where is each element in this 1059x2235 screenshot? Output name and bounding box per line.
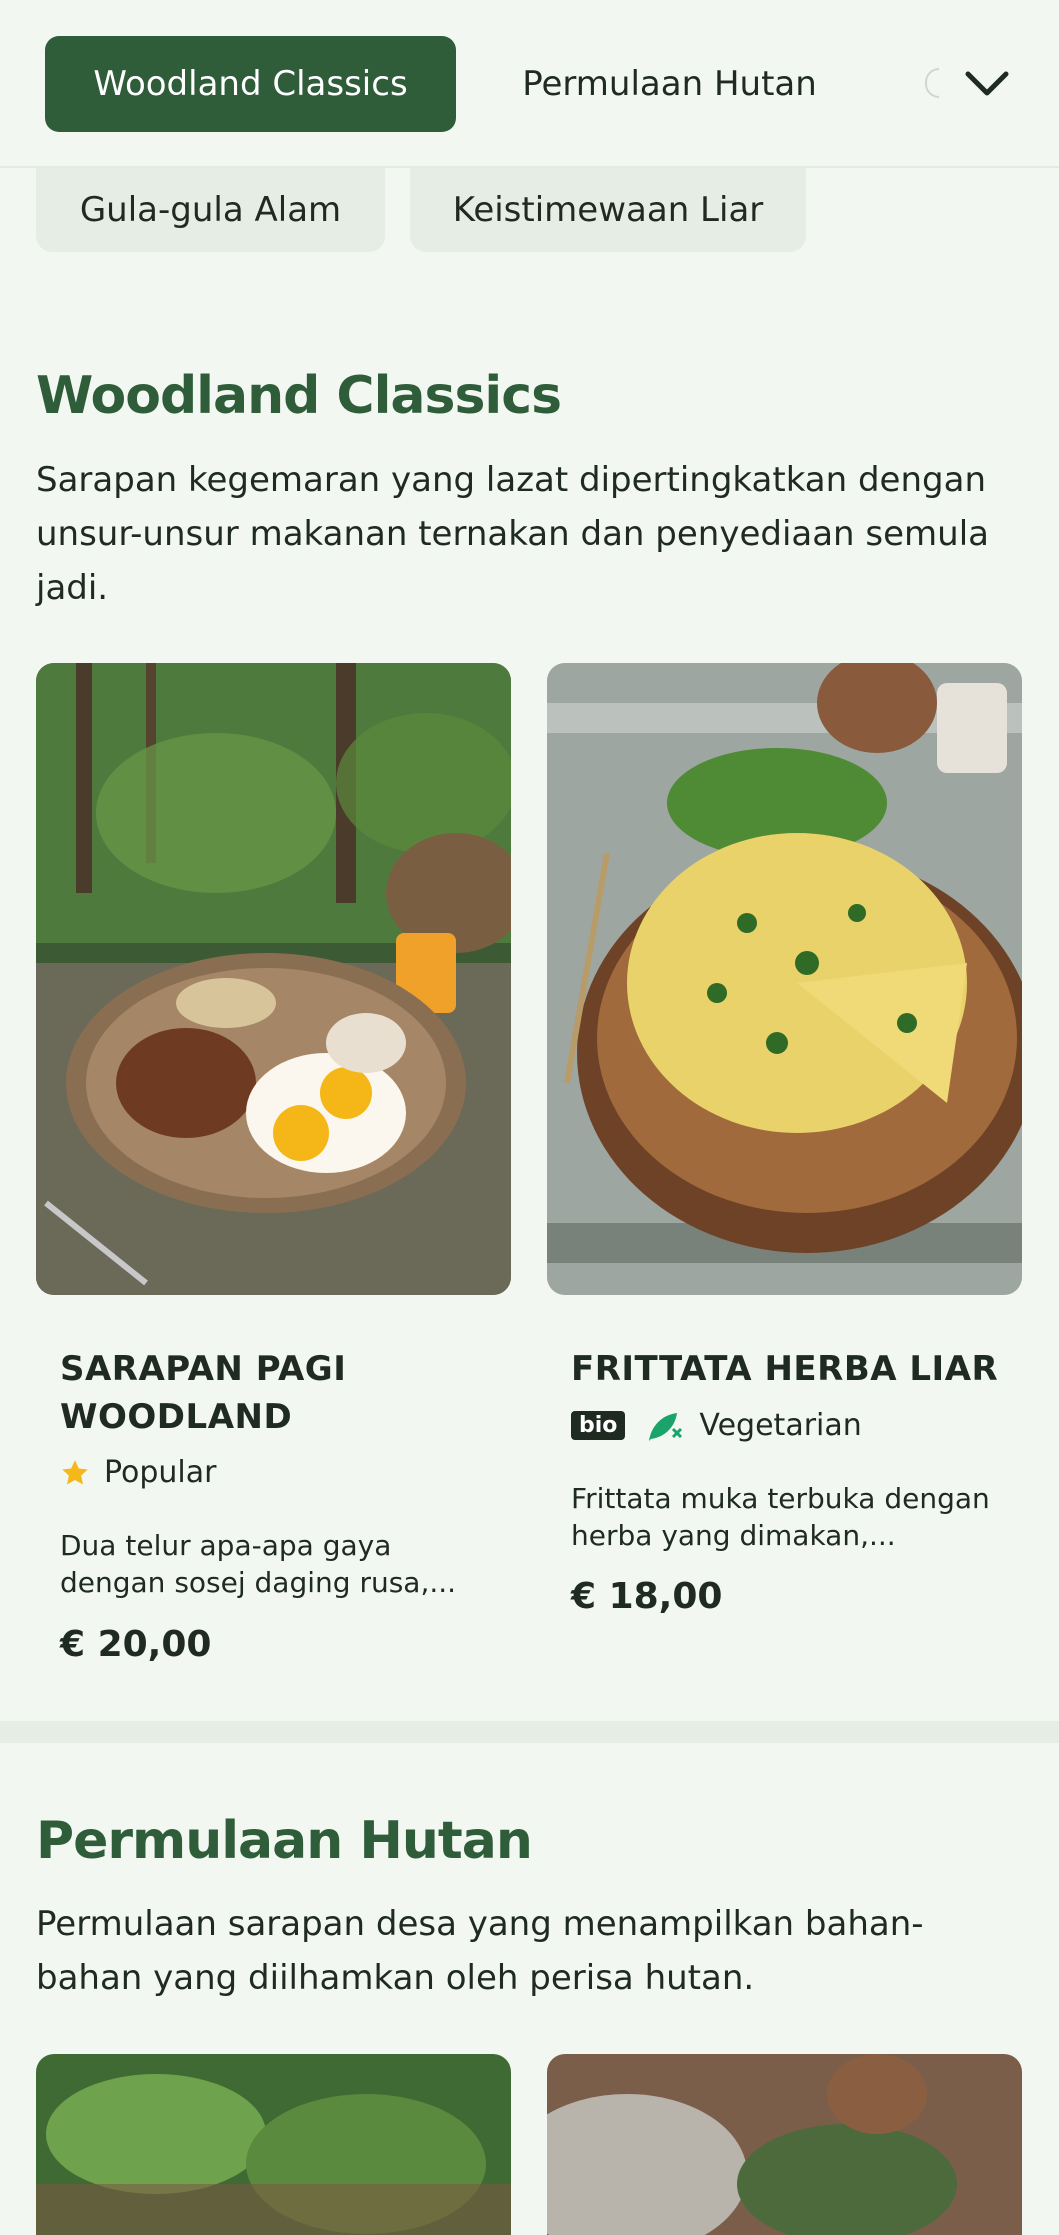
item-description: Dua telur apa-apa gaya dengan sosej dagi… bbox=[60, 1527, 480, 1601]
badge-label: Vegetarian bbox=[699, 1408, 862, 1443]
item-title-line: SARAPAN PAGI bbox=[60, 1349, 347, 1389]
sarapan-pagi-image[interactable] bbox=[36, 663, 511, 1295]
section-description: Permulaan sarapan desa yang menampilkan … bbox=[36, 1904, 924, 1998]
badge-label: Popular bbox=[104, 1455, 217, 1490]
tab-woodland-classics[interactable]: Woodland Classics bbox=[45, 36, 456, 132]
section-title: Woodland Classics bbox=[36, 366, 562, 426]
permulaan-item-image[interactable] bbox=[547, 2054, 1022, 2235]
item-title: SARAPAN PAGI WOODLAND bbox=[60, 1345, 346, 1441]
item-description: Frittata muka terbuka dengan herba yang … bbox=[571, 1480, 991, 1554]
star-icon bbox=[62, 1459, 88, 1484]
popular-badge: Popular bbox=[60, 1455, 217, 1490]
vegetarian-leaf-icon bbox=[649, 1412, 683, 1441]
item-description-line: dengan sosej daging rusa,... bbox=[60, 1566, 457, 1599]
tab-keistimewaan-liar[interactable]: Keistimewaan Liar bbox=[410, 168, 806, 252]
diet-badges: bio Vegetarian bbox=[571, 1408, 862, 1443]
section-description: Sarapan kegemaran yang lazat dipertingka… bbox=[36, 460, 989, 608]
item-price: € 20,00 bbox=[60, 1624, 212, 1665]
section-title: Permulaan Hutan bbox=[36, 1811, 533, 1871]
item-description-line: herba yang dimakan,... bbox=[571, 1519, 896, 1552]
section-divider bbox=[0, 1721, 1059, 1743]
frittata-image[interactable] bbox=[547, 663, 1022, 1295]
item-title-line: WOODLAND bbox=[60, 1397, 293, 1437]
permulaan-item-image[interactable] bbox=[36, 2054, 511, 2235]
bio-badge: bio bbox=[571, 1411, 626, 1440]
tab-permulaan-hutan[interactable]: Permulaan Hutan bbox=[497, 36, 842, 132]
tab-gula-gula-alam[interactable]: Gula-gula Alam bbox=[36, 168, 385, 252]
tab-overflow-hint bbox=[925, 68, 939, 98]
item-description-line: Frittata muka terbuka dengan bbox=[571, 1482, 990, 1515]
category-nav: Woodland Classics Permulaan Hutan bbox=[0, 0, 1059, 168]
item-title: FRITTATA HERBA LIAR bbox=[571, 1349, 999, 1389]
chevron-down-icon[interactable] bbox=[955, 58, 1019, 110]
item-description-line: Dua telur apa-apa gaya bbox=[60, 1529, 392, 1562]
item-price: € 18,00 bbox=[571, 1576, 723, 1617]
